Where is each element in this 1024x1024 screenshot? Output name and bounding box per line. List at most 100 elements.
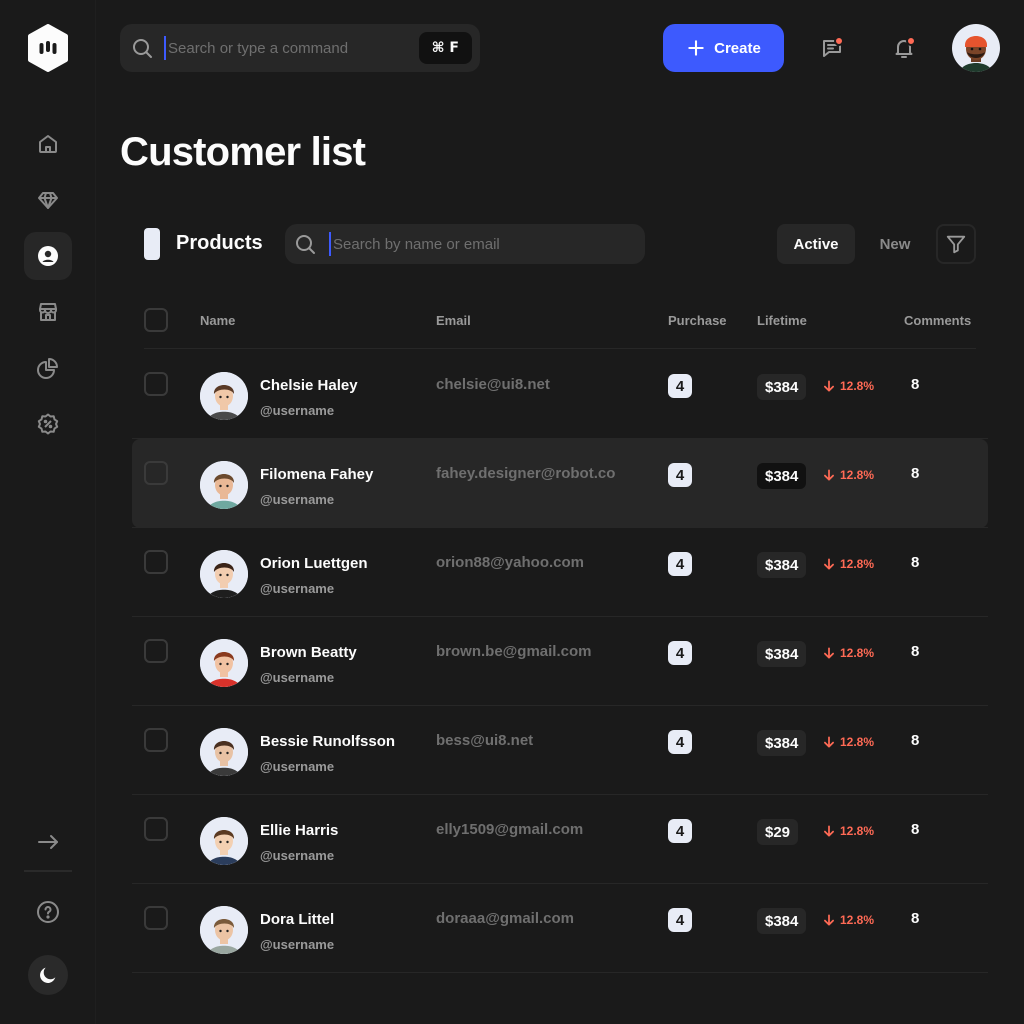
filter-button[interactable] [936, 224, 976, 264]
row-checkbox[interactable] [144, 461, 168, 485]
lifetime-value: $384 [757, 463, 807, 489]
row-divider [132, 972, 988, 973]
table-row[interactable]: Bessie Runolfsson @username bess@ui8.net… [132, 706, 988, 795]
user-avatar[interactable] [952, 24, 1000, 72]
customer-email: fahey.designer@robot.co [436, 465, 616, 482]
arrow-down-icon [824, 736, 834, 748]
notifications-button[interactable] [880, 24, 928, 72]
theme-toggle[interactable] [28, 955, 68, 995]
customer-name[interactable]: Ellie Harris [260, 822, 338, 839]
purchase-count: 4 [668, 463, 692, 487]
diamond-icon [38, 192, 58, 209]
page-title: Customer list [120, 130, 366, 174]
column-header-comments[interactable]: Comments [904, 313, 971, 328]
table-row[interactable]: Brown Beatty @username brown.be@gmail.co… [132, 617, 988, 706]
nav-customers[interactable] [24, 232, 72, 280]
nav-income[interactable] [24, 344, 72, 392]
nav-home[interactable] [24, 120, 72, 168]
shortcut-badge: ⌘ F [418, 32, 472, 64]
customer-name[interactable]: Brown Beatty [260, 644, 357, 661]
table-row[interactable]: Dora Littel @username doraaa@gmail.com 4… [132, 884, 988, 973]
home-icon [39, 135, 57, 153]
customer-username: @username [260, 581, 335, 596]
avatar[interactable] [200, 372, 248, 420]
comments-count: 8 [911, 554, 920, 571]
search-icon [296, 235, 315, 254]
comments-count: 8 [911, 465, 920, 482]
table-row[interactable]: Ellie Harris @username elly1509@gmail.co… [132, 795, 988, 884]
lifetime-value: $384 [757, 374, 807, 400]
collapse-sidebar-button[interactable] [24, 818, 72, 866]
column-header-lifetime[interactable]: Lifetime [757, 313, 807, 328]
customer-name[interactable]: Chelsie Haley [260, 377, 358, 394]
comments-count: 8 [911, 732, 920, 749]
lifetime-value: $384 [757, 552, 807, 578]
nav-shop[interactable] [24, 288, 72, 336]
select-all-checkbox[interactable] [144, 308, 168, 332]
avatar[interactable] [200, 550, 248, 598]
trend-value: 12.8% [840, 735, 875, 749]
avatar[interactable] [200, 728, 248, 776]
row-checkbox[interactable] [144, 906, 168, 930]
lifetime-value: $29 [757, 819, 799, 845]
customer-username: @username [260, 848, 335, 863]
lifetime-trend: 12.8% [822, 557, 874, 571]
customer-username: @username [260, 937, 335, 952]
column-header-email[interactable]: Email [436, 313, 471, 328]
comments-count: 8 [911, 643, 920, 660]
create-button-label: Create [714, 39, 761, 57]
pie-chart-icon [37, 358, 58, 379]
help-button[interactable] [24, 888, 72, 936]
notifications-badge [906, 36, 916, 46]
nav-promote[interactable] [24, 400, 72, 448]
purchase-count: 4 [668, 730, 692, 754]
nav-products[interactable] [24, 176, 72, 224]
header-divider [144, 348, 976, 349]
global-search[interactable]: ⌘ F [120, 24, 480, 72]
trend-value: 12.8% [840, 913, 875, 927]
avatar[interactable] [200, 817, 248, 865]
row-checkbox[interactable] [144, 550, 168, 574]
plus-icon [688, 40, 704, 56]
arrow-down-icon [824, 380, 834, 392]
arrow-down-icon [824, 825, 834, 837]
discount-icon [37, 413, 59, 435]
row-checkbox[interactable] [144, 817, 168, 841]
avatar[interactable] [200, 906, 248, 954]
tab-active[interactable]: Active [777, 224, 855, 264]
messages-button[interactable] [808, 24, 856, 72]
customer-username: @username [260, 670, 335, 685]
arrow-down-icon [824, 558, 834, 570]
column-header-name[interactable]: Name [200, 313, 235, 328]
customer-search-input[interactable] [329, 232, 619, 256]
create-button[interactable]: Create [663, 24, 784, 72]
table-row[interactable]: Orion Luettgen @username orion88@yahoo.c… [132, 528, 988, 617]
table-row[interactable]: Chelsie Haley @username chelsie@ui8.net … [132, 350, 988, 439]
table-row[interactable]: Filomena Fahey @username fahey.designer@… [132, 439, 988, 528]
purchase-count: 4 [668, 908, 692, 932]
comments-count: 8 [911, 376, 920, 393]
purchase-count: 4 [668, 374, 692, 398]
messages-badge [834, 36, 844, 46]
row-checkbox[interactable] [144, 728, 168, 752]
customer-username: @username [260, 759, 335, 774]
sidebar [0, 0, 96, 1024]
customer-name[interactable]: Filomena Fahey [260, 466, 373, 483]
customer-email: brown.be@gmail.com [436, 643, 592, 660]
customer-search[interactable] [285, 224, 645, 264]
customer-username: @username [260, 403, 335, 418]
row-checkbox[interactable] [144, 639, 168, 663]
customer-name[interactable]: Dora Littel [260, 911, 334, 928]
avatar[interactable] [200, 639, 248, 687]
customer-name[interactable]: Bessie Runolfsson [260, 733, 395, 750]
column-header-purchase[interactable]: Purchase [668, 313, 727, 328]
help-icon [37, 901, 59, 923]
tab-new[interactable]: New [866, 224, 924, 264]
avatar[interactable] [200, 461, 248, 509]
logo[interactable] [26, 24, 70, 72]
row-checkbox[interactable] [144, 372, 168, 396]
lifetime-trend: 12.8% [822, 824, 874, 838]
arrow-down-icon [824, 647, 834, 659]
customer-name[interactable]: Orion Luettgen [260, 555, 368, 572]
global-search-input[interactable] [164, 36, 404, 60]
